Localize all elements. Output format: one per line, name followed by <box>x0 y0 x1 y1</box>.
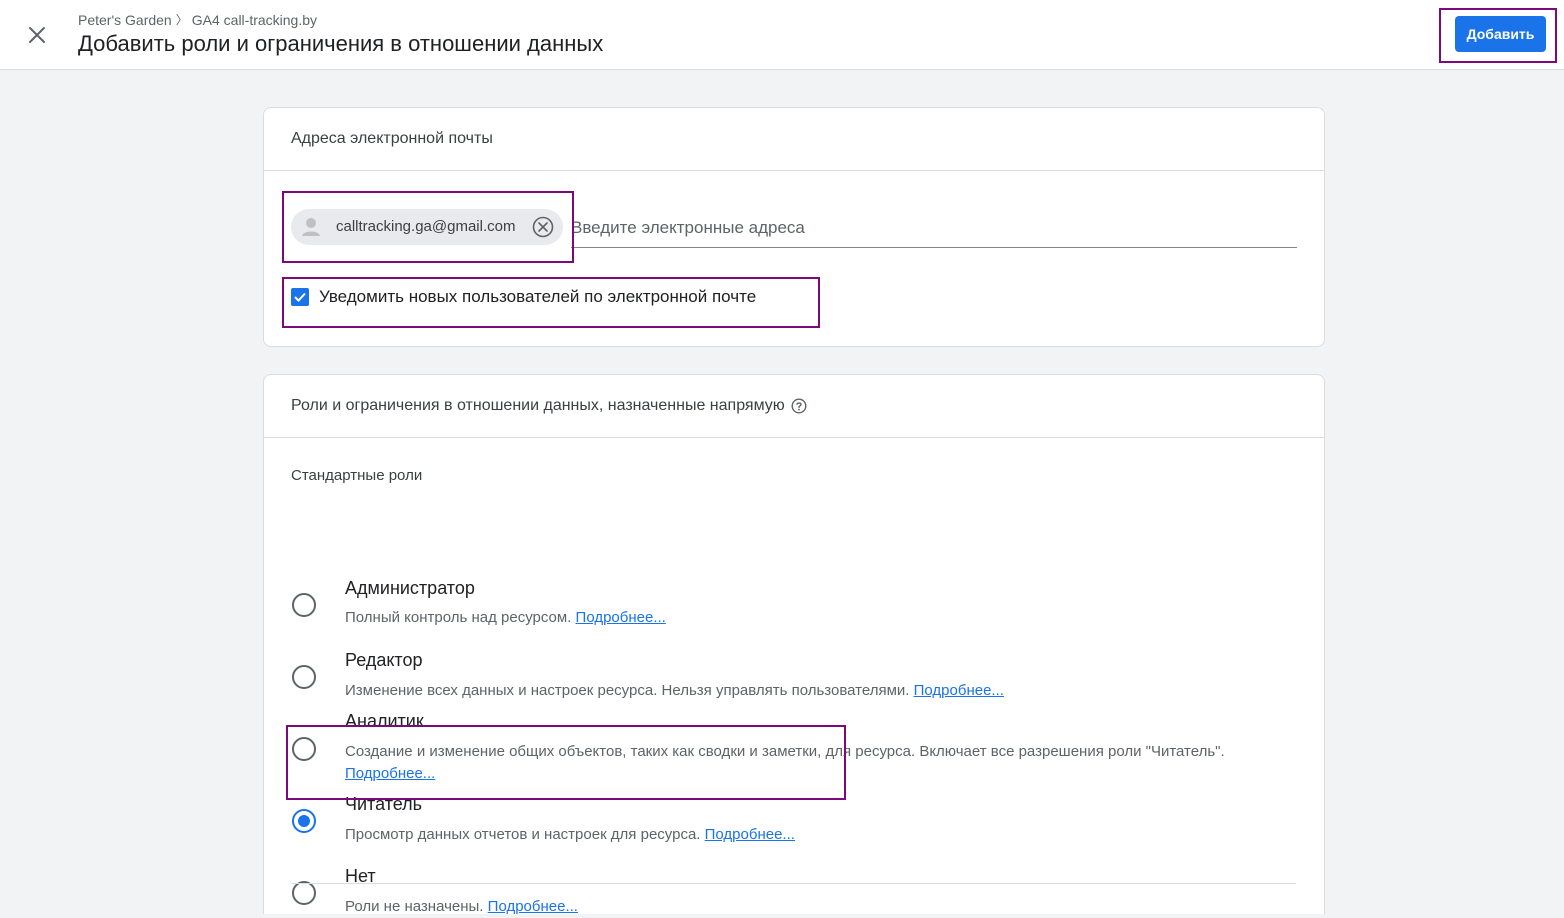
role-description: Изменение всех данных и настроек ресурса… <box>345 682 1004 699</box>
roles-card-title: Роли и ограничения в отношении данных, н… <box>291 397 785 414</box>
email-card: Адреса электронной почты calltracking.ga… <box>263 107 1325 347</box>
role-title: Аналитик <box>345 711 424 731</box>
roles-card: Роли и ограничения в отношении данных, н… <box>263 374 1325 915</box>
role-description: Роли не назначены. Подробнее... <box>345 898 578 915</box>
email-input[interactable] <box>571 209 1297 248</box>
divider <box>291 883 1296 884</box>
role-title: Редактор <box>345 650 423 670</box>
roles-card-header: Роли и ограничения в отношении данных, н… <box>264 375 1324 438</box>
top-bar: Peter's Garden 〉 GA4 call-tracking.by До… <box>0 0 1564 70</box>
role-radio-analyst[interactable] <box>292 737 316 761</box>
role-radio-none[interactable] <box>292 881 316 905</box>
learn-more-link[interactable]: Подробнее... <box>705 826 795 843</box>
email-chip[interactable]: calltracking.ga@gmail.com <box>291 209 563 245</box>
learn-more-link[interactable]: Подробнее... <box>488 898 578 915</box>
notify-label[interactable]: Уведомить новых пользователей по электро… <box>319 287 756 307</box>
page-title: Добавить роли и ограничения в отношении … <box>78 31 604 56</box>
breadcrumb: Peter's Garden 〉 GA4 call-tracking.by <box>78 11 317 28</box>
close-button[interactable] <box>22 20 52 50</box>
learn-more-link[interactable]: Подробнее... <box>914 682 1004 699</box>
role-description: Просмотр данных отчетов и настроек для р… <box>345 826 795 843</box>
notify-checkbox[interactable] <box>291 288 309 306</box>
learn-more-link[interactable]: Подробнее... <box>345 765 435 782</box>
breadcrumb-separator: 〉 <box>175 13 188 27</box>
notify-row: Уведомить новых пользователей по электро… <box>291 287 756 307</box>
breadcrumb-property[interactable]: GA4 call-tracking.by <box>192 12 317 28</box>
role-description: Полный контроль над ресурсом. Подробнее.… <box>345 609 666 626</box>
remove-circle-icon[interactable] <box>532 216 554 238</box>
help-circle-icon[interactable] <box>791 398 807 414</box>
close-icon <box>29 27 45 43</box>
breadcrumb-account[interactable]: Peter's Garden <box>78 12 172 28</box>
learn-more-link[interactable]: Подробнее... <box>576 609 666 626</box>
role-description: Создание и изменение общих объектов, так… <box>345 743 1225 782</box>
role-title: Администратор <box>345 578 475 598</box>
email-chip-label: calltracking.ga@gmail.com <box>336 218 516 235</box>
standard-roles-label: Стандартные роли <box>291 467 423 484</box>
add-button[interactable]: Добавить <box>1455 16 1546 52</box>
checkmark-icon <box>294 292 306 302</box>
email-card-title: Адреса электронной почты <box>264 108 1324 171</box>
role-title: Читатель <box>345 794 423 814</box>
role-radio-viewer[interactable] <box>292 809 316 833</box>
role-radio-administrator[interactable] <box>292 593 316 617</box>
person-icon <box>297 213 325 241</box>
email-card-body: calltracking.ga@gmail.com Уведомить новы… <box>264 171 1324 346</box>
role-radio-editor[interactable] <box>292 665 316 689</box>
